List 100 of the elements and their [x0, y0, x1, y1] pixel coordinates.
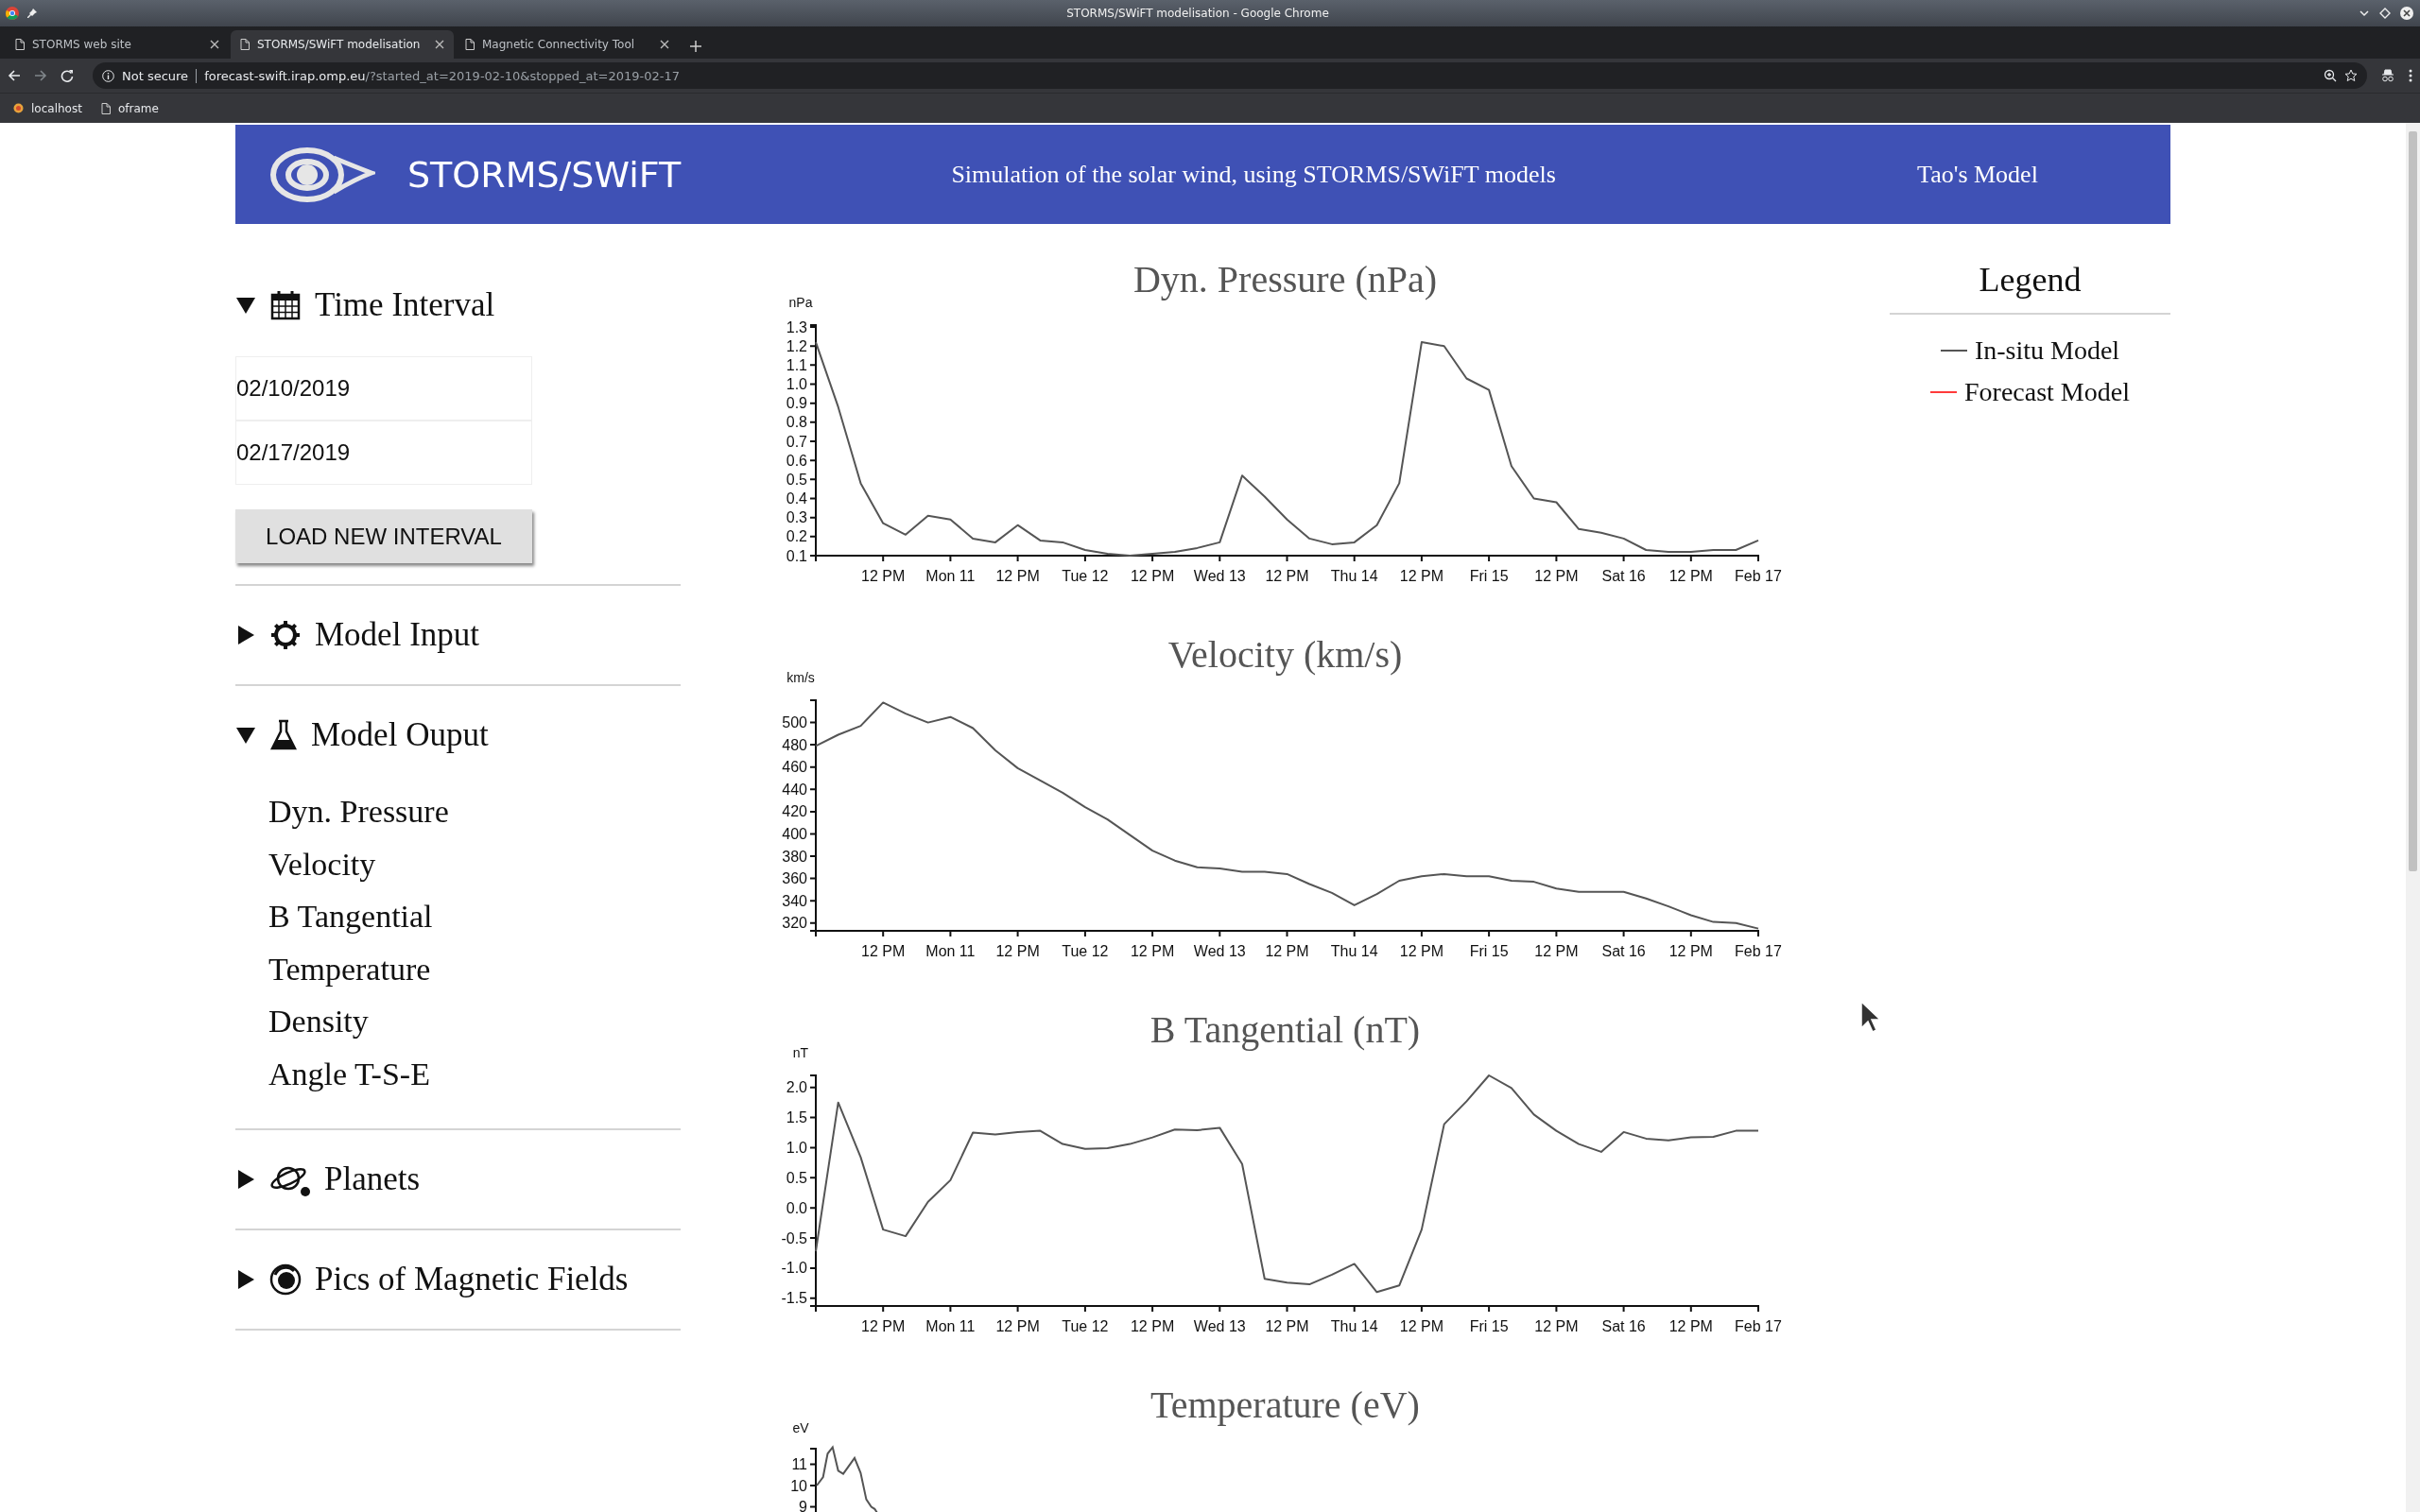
tick-label: -1.5: [780, 1290, 807, 1307]
tick-label: 12 PM: [1399, 568, 1443, 584]
tick-label: 0.8: [786, 414, 807, 431]
section-title[interactable]: Model Ouput: [311, 716, 489, 754]
swirl-icon: [269, 1263, 302, 1296]
tick-label: 12 PM: [1533, 1318, 1579, 1334]
load-interval-button[interactable]: LOAD NEW INTERVAL: [235, 509, 532, 563]
tick-label: 12 PM: [1668, 943, 1713, 959]
tick-label: Mon 11: [925, 943, 975, 959]
hat-glasses-icon[interactable]: [2380, 69, 2395, 82]
scrollbar[interactable]: [2406, 123, 2420, 1512]
tick-label: 12 PM: [860, 943, 905, 959]
tick-label: Feb 17: [1734, 1318, 1782, 1334]
star-icon[interactable]: [2344, 69, 2358, 82]
section-title[interactable]: Time Interval: [315, 286, 495, 324]
tick-label: 340: [781, 892, 807, 909]
tick-label: 1.3: [786, 318, 807, 335]
diamond-icon[interactable]: [2378, 7, 2392, 20]
info-icon: [102, 69, 114, 82]
tick-label: 380: [781, 848, 807, 865]
back-arrow-icon[interactable]: [8, 69, 21, 82]
tick-label: 12 PM: [1264, 943, 1309, 959]
section-title[interactable]: Pics of Magnetic Fields: [315, 1261, 629, 1298]
y-axis: [808, 1448, 817, 1512]
forward-arrow-icon[interactable]: [34, 69, 47, 82]
plus-icon[interactable]: [690, 41, 701, 52]
tick-label: 12 PM: [1264, 568, 1309, 584]
output-link[interactable]: Velocity: [268, 837, 376, 890]
browser-tab[interactable]: Magnetic Connectivity Tool: [456, 30, 679, 59]
tick-label: Mon 11: [925, 568, 975, 584]
pin-icon[interactable]: [26, 8, 38, 19]
tick-label: 440: [781, 781, 807, 798]
tick-label: -1.0: [780, 1260, 807, 1277]
tick-label: 1.5: [786, 1109, 807, 1126]
tick-label: 12 PM: [994, 943, 1040, 959]
tick-label: 480: [781, 736, 807, 753]
tick-label: 12 PM: [1130, 943, 1174, 959]
close-icon[interactable]: [2399, 6, 2414, 21]
page-icon: [100, 102, 111, 114]
close-icon[interactable]: [660, 40, 669, 49]
tick-label: 2.0: [786, 1079, 807, 1096]
axis-label: nPa: [788, 295, 812, 310]
tick-label: Tue 12: [1061, 568, 1108, 584]
date-field[interactable]: 02/10/2019: [235, 356, 532, 421]
output-link[interactable]: Density: [268, 995, 369, 1048]
expand-triangle-icon[interactable]: [235, 1169, 256, 1190]
output-link[interactable]: Dyn. Pressure: [268, 785, 449, 838]
tick-label: 11: [790, 1456, 807, 1472]
tick-label: Mon 11: [925, 1318, 975, 1334]
header-subtitle: Simulation of the solar wind, using STORMS/SWiFT models: [950, 160, 1557, 189]
menu-icon[interactable]: [2409, 69, 2412, 82]
tick-label: Wed 13: [1193, 1318, 1246, 1334]
output-link[interactable]: Temperature: [268, 942, 431, 995]
tick-label: 0.5: [786, 471, 807, 488]
close-icon[interactable]: [210, 40, 219, 49]
section-title[interactable]: Model Input: [315, 616, 479, 654]
tick-label: 0.3: [786, 509, 807, 526]
tick-label: 0.0: [786, 1199, 807, 1216]
collapse-triangle-icon[interactable]: [235, 295, 256, 316]
flask-icon: [269, 719, 298, 751]
tick-label: Sat 16: [1600, 568, 1646, 584]
tick-label: 1.0: [786, 1139, 807, 1156]
zoom-icon[interactable]: [2324, 69, 2337, 82]
expand-triangle-icon[interactable]: [235, 1269, 256, 1290]
date-field[interactable]: 02/17/2019: [235, 421, 532, 485]
browser-tab[interactable]: STORMS/SWiFT modelisation: [231, 30, 454, 59]
close-icon[interactable]: [435, 40, 444, 49]
tick-label: Tue 12: [1061, 943, 1108, 959]
collapse-triangle-icon[interactable]: [235, 725, 256, 746]
browser-tab[interactable]: STORMS web site: [6, 30, 229, 59]
browser-logo-icon: [6, 7, 19, 20]
tick-label: 0.2: [786, 528, 807, 545]
reload-icon[interactable]: [60, 69, 74, 82]
tick-label: 420: [781, 803, 807, 820]
calendar-icon: [269, 289, 302, 321]
tick-label: 0.4: [786, 490, 807, 507]
tick-label: Thu 14: [1330, 1318, 1378, 1334]
address-bar[interactable]: Not secure forecast-swift.irap.omp.eu/?started_at=2019-02-10&stopped_at=2019-02-17: [93, 62, 2367, 89]
tick-label: 460: [781, 759, 807, 776]
bookmark[interactable]: localhost: [13, 101, 82, 115]
output-link[interactable]: Angle T-S-E: [268, 1047, 430, 1100]
tick-label: 12 PM: [994, 1318, 1040, 1334]
expand-triangle-icon[interactable]: [235, 625, 256, 645]
tick-label: Fri 15: [1469, 943, 1509, 959]
output-link[interactable]: B Tangential: [268, 890, 433, 943]
section-title[interactable]: Planets: [324, 1160, 421, 1198]
bookmark[interactable]: oframe: [100, 101, 159, 115]
tick-label: Thu 14: [1330, 943, 1378, 959]
axis-label: nT: [792, 1045, 808, 1060]
tick-label: 12 PM: [1130, 568, 1174, 584]
url-text: forecast-swift.irap.omp.eu/?started_at=2019-02-10&stopped_at=2019-02-17: [204, 68, 681, 83]
model-name: Tao's Model: [1916, 160, 2039, 189]
tick-label: 400: [781, 825, 807, 842]
tick-label: 0.1: [786, 547, 807, 564]
tick-label: Wed 13: [1193, 943, 1246, 959]
tick-label: Thu 14: [1330, 568, 1378, 584]
gear-icon: [269, 619, 302, 651]
tick-label: Feb 17: [1734, 943, 1782, 959]
tick-label: 360: [781, 870, 807, 887]
tick-label: Tue 12: [1061, 1318, 1108, 1334]
